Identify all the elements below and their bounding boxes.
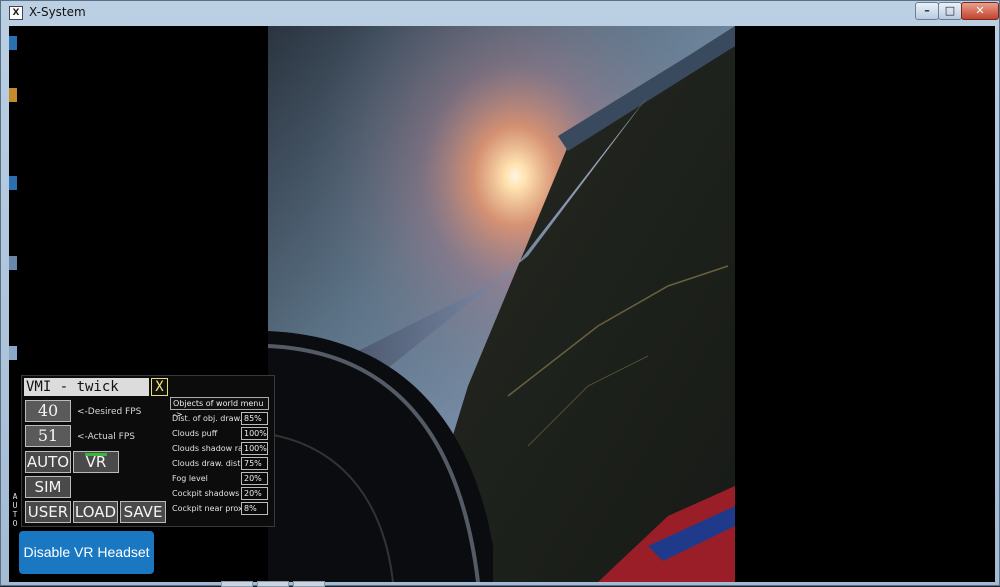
auto-button[interactable]: AUTO xyxy=(25,451,71,473)
desktop-icon xyxy=(9,88,17,102)
setting-label: Clouds shadow rat. xyxy=(172,444,249,453)
setting-label: Cockpit near proxy xyxy=(172,504,248,513)
window-title: X-System xyxy=(29,5,86,19)
setting-value[interactable]: 20% xyxy=(241,472,268,485)
actual-fps-label: <-Actual FPS xyxy=(77,432,135,442)
user-button[interactable]: USER xyxy=(25,501,71,523)
sim-button[interactable]: SIM xyxy=(25,476,71,498)
setting-label: Clouds draw. dist. xyxy=(172,459,243,468)
maximize-button[interactable]: □ xyxy=(938,2,962,20)
vmi-title[interactable]: VMI - twick v.1.82 xyxy=(24,378,149,413)
vr-button[interactable]: VR xyxy=(73,451,119,473)
setting-value[interactable]: 20% xyxy=(241,487,268,500)
disable-vr-headset-button[interactable]: Disable VR Headset xyxy=(19,531,154,574)
setting-row: Cockpit near proxy 8% xyxy=(170,502,270,515)
desktop-icon xyxy=(9,346,17,360)
setting-row: Cockpit shadows 20% xyxy=(170,487,270,500)
actual-fps-display: 51 xyxy=(25,425,71,447)
taskbar-item[interactable] xyxy=(221,581,253,587)
app-window: X X-System – □ ✕ VMI - twick X 40 <-Desi… xyxy=(0,0,1000,587)
setting-row: Clouds shadow rat. 100% xyxy=(170,442,270,455)
setting-value[interactable]: 8% xyxy=(241,502,268,515)
setting-value[interactable]: 100% xyxy=(241,442,268,455)
objects-menu-button[interactable]: Objects of world menu -> xyxy=(170,397,269,419)
setting-value[interactable]: 85% xyxy=(241,412,268,425)
taskbar-item[interactable] xyxy=(293,581,325,587)
setting-row: Fog level 20% xyxy=(170,472,270,485)
minimize-button[interactable]: – xyxy=(915,2,939,20)
vmi-panel: VMI - twick v.1.82 X 40 <-Desired FPS 51… xyxy=(13,375,275,528)
vr-active-indicator xyxy=(85,453,107,456)
close-window-button[interactable]: ✕ xyxy=(961,2,999,20)
app-icon: X xyxy=(9,6,23,20)
setting-label: Clouds puff xyxy=(172,429,218,438)
auto-vertical-label: A U T O xyxy=(12,492,18,528)
desktop-icon xyxy=(9,176,17,190)
setting-row: Clouds puff 100% xyxy=(170,427,270,440)
setting-label: Fog level xyxy=(172,474,208,483)
setting-label: Dist. of obj. draw. xyxy=(172,414,242,423)
desired-fps-label: <-Desired FPS xyxy=(77,407,142,417)
setting-label: Cockpit shadows xyxy=(172,489,240,498)
load-button[interactable]: LOAD xyxy=(73,501,118,523)
save-button[interactable]: SAVE xyxy=(120,501,166,523)
vmi-close-button[interactable]: X xyxy=(151,378,168,396)
desktop-icon xyxy=(9,36,17,50)
setting-row: Clouds draw. dist. 75% xyxy=(170,457,270,470)
setting-value[interactable]: 100% xyxy=(241,427,268,440)
setting-value[interactable]: 75% xyxy=(241,457,268,470)
desktop-icon xyxy=(9,256,17,270)
desired-fps-field[interactable]: 40 xyxy=(25,400,71,422)
title-bar[interactable]: X X-System – □ ✕ xyxy=(1,1,1000,25)
taskbar-item[interactable] xyxy=(257,581,289,587)
vr-scene-image xyxy=(268,26,735,582)
setting-row: Dist. of obj. draw. 85% xyxy=(170,412,270,425)
